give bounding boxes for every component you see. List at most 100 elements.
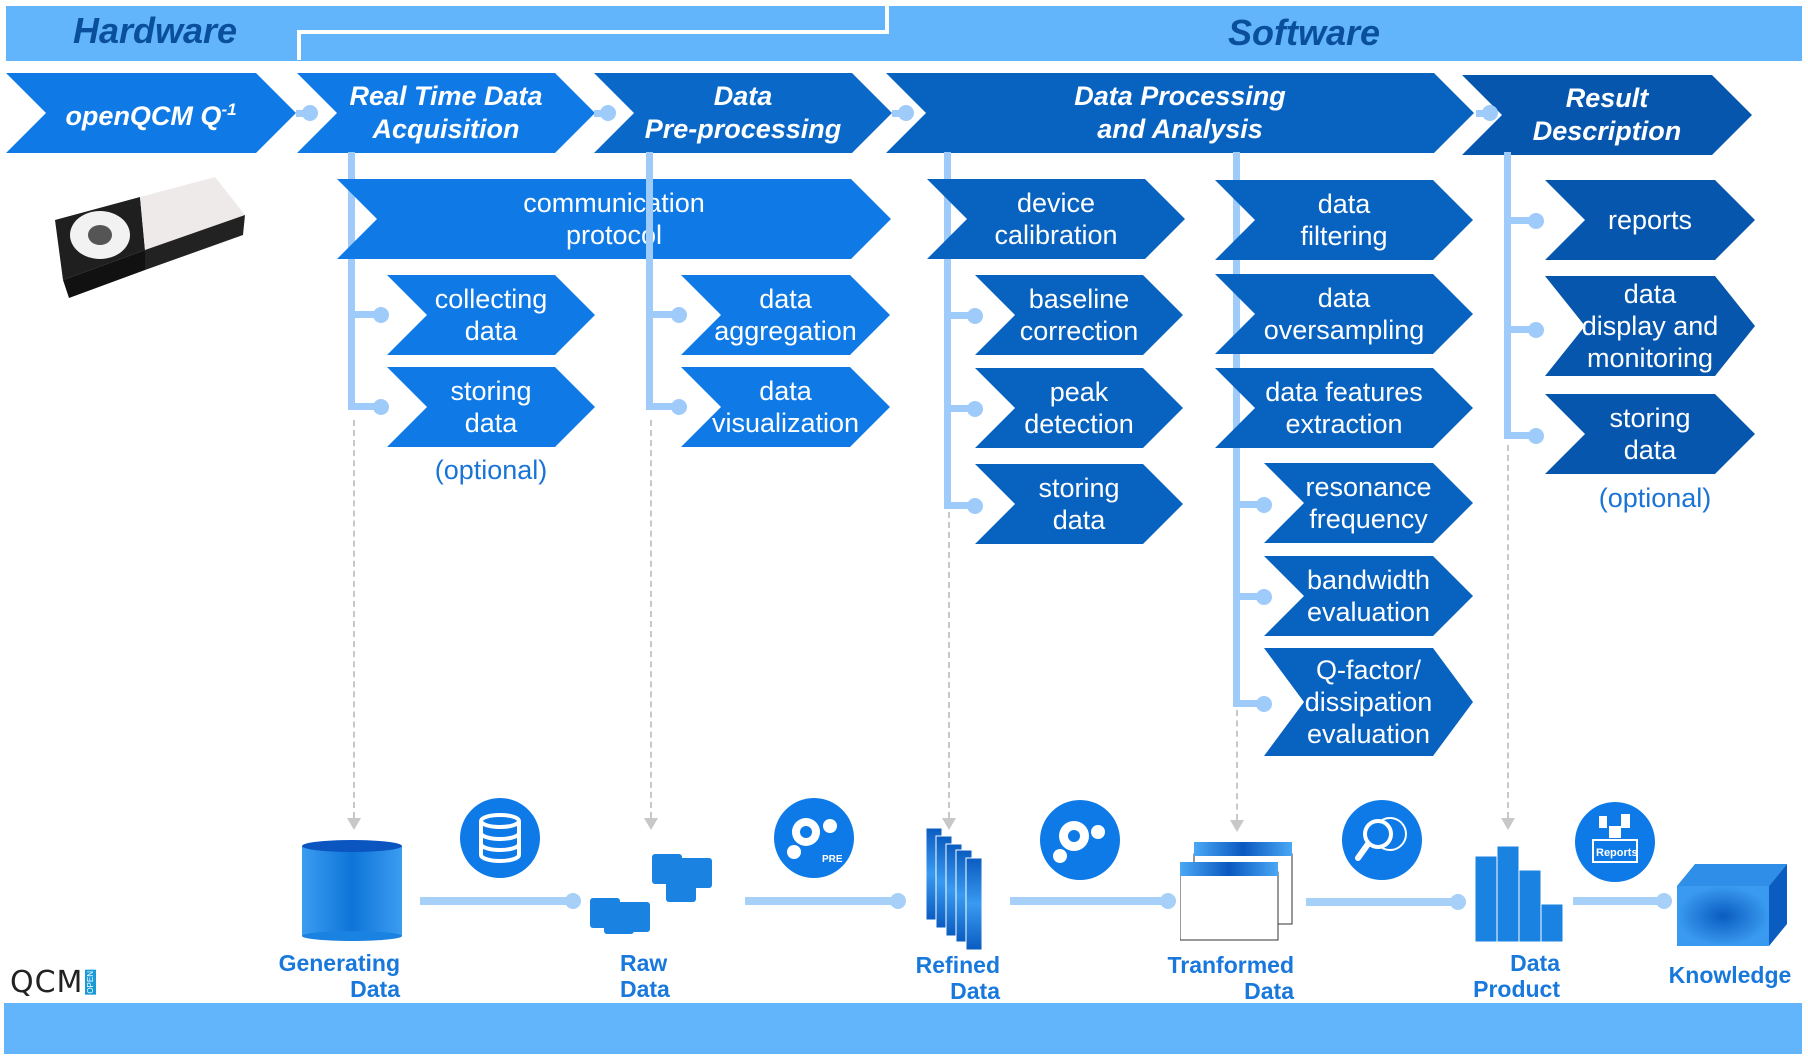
device-calibration-label: device calibration (994, 187, 1117, 251)
text-line: detection (1024, 409, 1134, 439)
text-line: data (1623, 279, 1677, 309)
flow-dot (890, 893, 906, 909)
pre-caption: PRE (822, 854, 843, 865)
stage-openqcm: openQCM Q-1 (6, 73, 296, 153)
text-line: extraction (1285, 409, 1403, 439)
text-line: Data (713, 81, 773, 111)
data-aggregation-label: data aggregation (714, 283, 857, 347)
text-line: Data (620, 976, 670, 1002)
qfactor-dissipation-evaluation: Q-factor/dissipation evaluation (1264, 648, 1473, 756)
text-line: evaluation (1306, 719, 1431, 749)
text-line: data (1317, 189, 1371, 219)
process-icon-analysis (1342, 800, 1422, 880)
collecting-data: collecting data (387, 275, 595, 355)
arrow-down-icon (1230, 820, 1244, 832)
text-line: data (464, 316, 518, 346)
dashed-drop-line (650, 420, 652, 818)
text-line: data (759, 376, 812, 406)
connector-dot (1482, 105, 1498, 121)
text-line: visualization (711, 408, 860, 438)
flow-dot (1160, 893, 1176, 909)
process-icon-database (460, 798, 540, 878)
communication-protocol: communication protocol (337, 179, 891, 259)
connector-dot (302, 105, 318, 121)
stage-acquisition: Real Time Data Acquisition (297, 73, 595, 153)
flow-connector (1573, 897, 1661, 905)
flow-connector (745, 897, 895, 905)
text-line: Q-factor/ (1315, 655, 1421, 685)
result-optional-note: (optional) (1598, 483, 1712, 513)
branch-dot (373, 399, 389, 415)
bandwidth-evaluation: bandwidth evaluation (1264, 556, 1473, 636)
stage-openqcm-label: openQCM Q-1 (65, 93, 236, 133)
stage-processing: Data Processing and Analysis (886, 73, 1474, 153)
branch-dot (373, 307, 389, 323)
pipeline-label-data-product: Data Product (1460, 950, 1560, 1002)
openqcm-device-image (45, 175, 245, 300)
text-line: data (1623, 435, 1677, 465)
text-line: display and (1581, 311, 1719, 341)
text-line: storing (1609, 403, 1691, 433)
resonance-frequency: resonance frequency (1264, 463, 1473, 543)
branch-dot (1528, 428, 1544, 444)
peak-detection-label: peak detection (1024, 376, 1134, 440)
text-line: data (1317, 283, 1371, 313)
data-features-extraction: data features extraction (1215, 368, 1473, 448)
dashed-drop-line (353, 420, 355, 818)
software-label: Software (1228, 12, 1381, 53)
text-line: device (1016, 188, 1096, 218)
branch-dot (1528, 213, 1544, 229)
reports-label: reports (1607, 205, 1693, 235)
text-line: frequency (1309, 504, 1428, 534)
branch-dot (1256, 589, 1272, 605)
text-line: collecting (434, 284, 548, 314)
text-line: data (464, 408, 518, 438)
baseline-correction: baseline correction (975, 275, 1183, 355)
text-line: data features (1265, 377, 1423, 407)
hardware-software-divider (297, 30, 889, 60)
logo-badge: OPEN (85, 970, 97, 995)
text-line: peak (1049, 377, 1109, 407)
stage-processing-label: Data Processing and Analysis (1074, 80, 1286, 146)
flow-connector (420, 897, 570, 905)
collecting-data-label: collecting data (435, 283, 548, 347)
data-display-label: data display and monitoring (1582, 278, 1719, 374)
acquisition-storing-data: storing data (387, 367, 595, 447)
text-line: Acquisition (372, 114, 520, 144)
branch-dot (671, 307, 687, 323)
text-line: Real Time Data (349, 81, 543, 111)
process-icon-preprocessing: PRE (774, 798, 854, 878)
text-line: Data (350, 976, 400, 1002)
connector-dot (600, 105, 616, 121)
data-filtering-label: data filtering (1300, 188, 1387, 252)
text-line: data (1052, 505, 1106, 535)
text-line: filtering (1300, 221, 1388, 251)
branch-dot (1256, 696, 1272, 712)
text-line: Raw (620, 950, 668, 976)
result-tree-line (1504, 152, 1511, 437)
flow-connector (1010, 897, 1165, 905)
result-reports: reports (1545, 180, 1755, 260)
text-line: and Analysis (1097, 114, 1263, 144)
flow-dot (1656, 893, 1672, 909)
text-line: Result (1565, 83, 1649, 113)
text-line: correction (1019, 316, 1139, 346)
branch-dot (1256, 497, 1272, 513)
text-line: Tranformed (1167, 952, 1294, 978)
text-line: Data Processing (1074, 81, 1286, 111)
pipeline-label-transformed-data: Tranformed Data (1150, 952, 1294, 1004)
text-line: monitoring (1586, 343, 1714, 373)
arrow-down-icon (644, 818, 658, 830)
text-line: resonance (1305, 472, 1432, 502)
result-data-display-monitoring: data display and monitoring (1545, 276, 1755, 376)
flow-dot (565, 893, 581, 909)
stage-acquisition-label: Real Time Data Acquisition (349, 80, 542, 146)
text-line: dissipation (1304, 687, 1433, 717)
text-line: communication (523, 188, 705, 218)
bandwidth-evaluation-label: bandwidth evaluation (1307, 564, 1430, 628)
text-line: data (759, 284, 812, 314)
data-product-bars-icon (1474, 845, 1564, 943)
pipeline-label-knowledge: Knowledge (1668, 962, 1792, 988)
data-aggregation: data aggregation (681, 275, 890, 355)
footer-bar (4, 1003, 1802, 1054)
